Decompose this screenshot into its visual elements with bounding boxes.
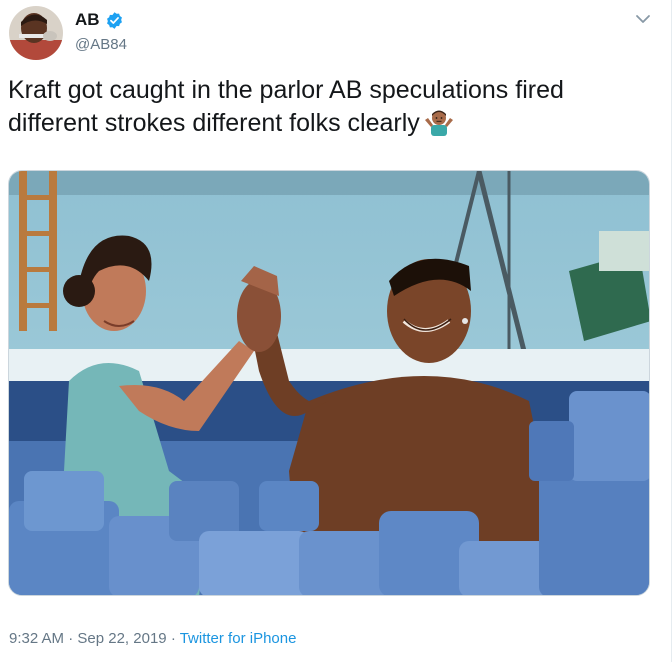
- user-handle[interactable]: @AB84: [75, 36, 127, 53]
- author-name-row[interactable]: AB: [75, 10, 124, 30]
- tweet-date[interactable]: Sep 22, 2019: [77, 630, 166, 647]
- shrug-emoji-icon: [424, 108, 454, 136]
- tweet-text: Kraft got caught in the parlor AB specul…: [8, 74, 648, 140]
- display-name[interactable]: AB: [75, 10, 100, 30]
- tweet-time[interactable]: 9:32 AM: [9, 630, 64, 647]
- verified-badge-icon: [105, 11, 124, 30]
- meta-separator: ·: [68, 630, 74, 647]
- tweet-metadata: 9:32 AM · Sep 22, 2019 · Twitter for iPh…: [9, 630, 296, 647]
- chevron-down-icon[interactable]: [632, 8, 654, 30]
- meta-separator-2: ·: [170, 630, 176, 647]
- tweet-media-image[interactable]: [8, 170, 650, 596]
- avatar[interactable]: [9, 6, 63, 60]
- tweet-text-line-1: Kraft got caught in the parlor AB specul…: [8, 76, 564, 104]
- tweet-source-link[interactable]: Twitter for iPhone: [180, 630, 297, 647]
- tweet-card: AB @AB84 Kraft got caught in the parlor …: [0, 0, 672, 662]
- tweet-text-line-2-content: different strokes different folks clearl…: [8, 109, 420, 137]
- tweet-text-line-2: different strokes different folks clearl…: [8, 107, 648, 140]
